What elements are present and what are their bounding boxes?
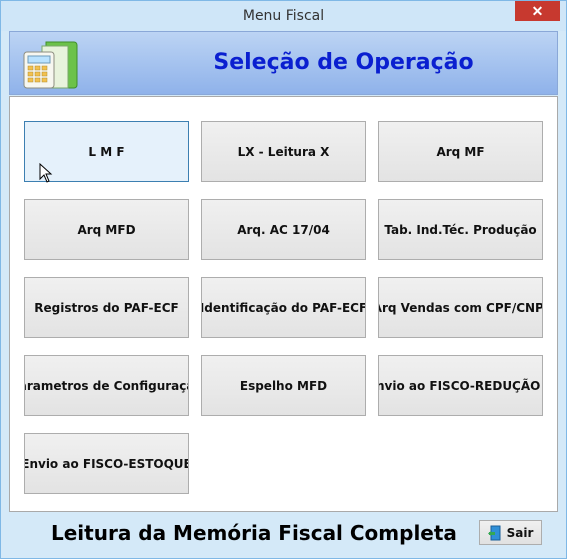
arq-ac-button[interactable]: Arq. AC 17/04 (201, 199, 366, 260)
exit-button[interactable]: Sair (479, 520, 542, 545)
espelho-mfd-button[interactable]: Espelho MFD (201, 355, 366, 416)
operation-description: Leitura da Memória Fiscal Completa (51, 521, 457, 545)
close-icon: ✕ (531, 3, 544, 19)
tab-ind-tec-button[interactable]: Tab. Ind.Téc. Produção (378, 199, 543, 260)
operations-panel: L M F LX - Leitura X Arq MF Arq MFD Arq.… (9, 96, 558, 512)
identificacao-paf-button[interactable]: Identificação do PAF-ECF (201, 277, 366, 338)
exit-label: Sair (506, 525, 534, 540)
page-title: Seleção de Operação (213, 50, 474, 75)
header-banner: Seleção de Operação (9, 31, 558, 95)
arq-mfd-button[interactable]: Arq MFD (24, 199, 189, 260)
exit-door-icon (487, 525, 501, 540)
envio-reducao-z-button[interactable]: Envio ao FISCO-REDUÇÃO Z (378, 355, 543, 416)
arq-vendas-button[interactable]: Arq Vendas com CPF/CNPJ (378, 277, 543, 338)
close-button[interactable]: ✕ (515, 1, 560, 21)
registros-paf-button[interactable]: Registros do PAF-ECF (24, 277, 189, 338)
menu-fiscal-window: Menu Fiscal ✕ Seleção de Operação L M F … (0, 0, 567, 559)
envio-estoque-button[interactable]: Envio ao FISCO-ESTOQUE (24, 433, 189, 494)
leitura-x-button[interactable]: LX - Leitura X (201, 121, 366, 182)
arq-mf-button[interactable]: Arq MF (378, 121, 543, 182)
title-bar[interactable]: Menu Fiscal ✕ (1, 1, 566, 31)
window-title: Menu Fiscal (242, 8, 325, 24)
parametros-button[interactable]: Parametros de Configuração (24, 355, 189, 416)
mouse-cursor-icon (39, 163, 53, 183)
calculator-folder-icon (23, 41, 78, 89)
